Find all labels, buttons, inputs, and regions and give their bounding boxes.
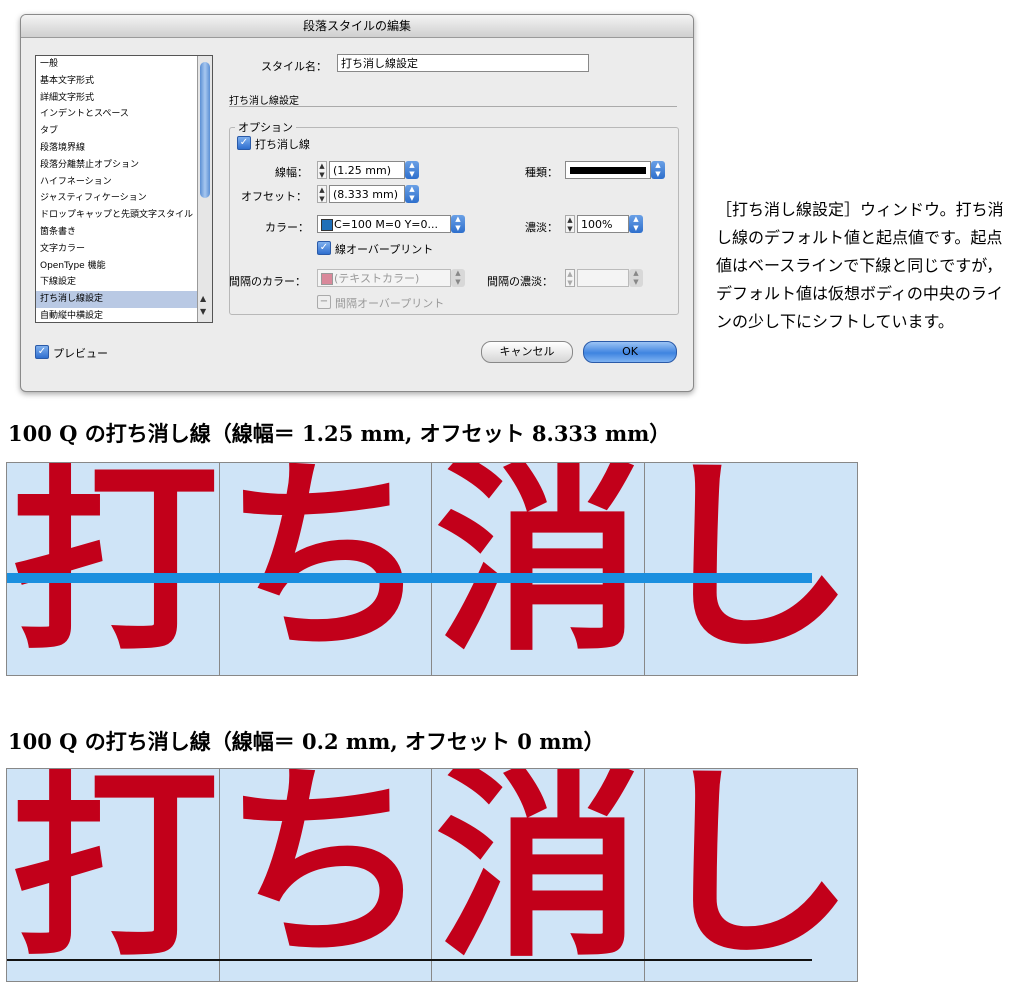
category-item[interactable]: ドロップキャップと先頭文字スタイル [36, 207, 212, 224]
caption-text: ［打ち消し線設定］ウィンドウ。打ち消し線のデフォルト値と起点値です。起点値はベー… [716, 200, 1004, 331]
demo2-glyph-4: し [647, 768, 855, 982]
gap-color-swatch [321, 273, 333, 285]
demo1-strikethrough-line [7, 573, 812, 583]
ok-button[interactable]: OK [583, 341, 677, 363]
weight-dropdown-icon[interactable]: ▲ ▼ [405, 161, 419, 179]
offset-label: オフセット： [241, 190, 307, 203]
paragraph-style-dialog: 段落スタイルの編集 一般 基本文字形式 詳細文字形式 インデントとスペース タブ 段落境界… [20, 14, 694, 392]
scroll-up-arrow-icon[interactable]: ▲ [200, 294, 206, 303]
overprint-checkbox[interactable]: ✓ [317, 241, 331, 255]
category-item[interactable]: OpenType 機能 [36, 258, 212, 275]
demo1-frame-line-3 [644, 463, 645, 675]
strikethrough-checkbox[interactable]: ✓ [237, 136, 251, 150]
category-item[interactable]: 打ち消し線設定 [36, 291, 212, 308]
type-dropdown-icon[interactable]: ▲ ▼ [651, 161, 665, 179]
gap-tint-stepper[interactable]: ▲ ▼ [565, 269, 575, 287]
section-divider [229, 106, 677, 107]
dialog-title: 段落スタイルの編集 [21, 15, 693, 38]
demo2-glyph-2: ち [223, 768, 431, 982]
color-dropdown[interactable]: C=100 M=0 Y=0... [317, 215, 451, 233]
demo2-frame-line-1 [219, 769, 220, 981]
color-value: C=100 M=0 Y=0... [334, 218, 439, 231]
overprint-label: 線オーバープリント [335, 243, 434, 256]
type-label: 種類： [525, 166, 558, 179]
tint-stepper[interactable]: ▲ ▼ [565, 215, 575, 233]
demo1-glyph-1: 打 [11, 462, 219, 676]
color-dropdown-icon[interactable]: ▲ ▼ [451, 215, 465, 233]
demo2-panel: 打 ち 消 し [6, 768, 858, 982]
category-item[interactable]: ハイフネーション [36, 174, 212, 191]
demo1-glyph-3: 消 [435, 462, 643, 676]
category-item[interactable]: 下線設定 [36, 274, 212, 291]
demo1-frame-line-1 [219, 463, 220, 675]
category-item[interactable]: 段落分離禁止オプション [36, 157, 212, 174]
weight-stepper[interactable]: ▲ ▼ [317, 161, 327, 179]
category-item[interactable]: 箇条書き [36, 224, 212, 241]
category-item[interactable]: 自動縦中横設定 [36, 308, 212, 325]
demo2-heading: 100 Q の打ち消し線（線幅＝ 0.2 mm, オフセット 0 mm） [8, 729, 605, 754]
weight-field[interactable]: (1.25 mm) [329, 161, 405, 179]
demo2-strikethrough-line [7, 959, 812, 961]
category-item[interactable]: 詳細文字形式 [36, 90, 212, 107]
solid-line-swatch [570, 167, 646, 174]
tint-dropdown-icon[interactable]: ▲ ▼ [629, 215, 643, 233]
type-dropdown[interactable] [565, 161, 651, 179]
category-item[interactable]: タブ [36, 123, 212, 140]
gap-tint-label: 間隔の濃淡： [487, 275, 553, 288]
demo1-frame-line-2 [431, 463, 432, 675]
gap-tint-field[interactable] [577, 269, 629, 287]
offset-dropdown-icon[interactable]: ▲ ▼ [405, 185, 419, 203]
demo2-frame-line-2 [431, 769, 432, 981]
tint-label: 濃淡： [525, 221, 558, 234]
category-item[interactable]: 段落境界線 [36, 140, 212, 157]
gap-color-dropdown[interactable]: (テキストカラー) [317, 269, 451, 287]
category-item[interactable]: 一般 [36, 56, 212, 73]
scroll-thumb[interactable] [200, 62, 210, 198]
category-item[interactable]: インデントとスペース [36, 106, 212, 123]
cancel-button[interactable]: キャンセル [481, 341, 573, 363]
gap-overprint-checkbox[interactable]: − [317, 295, 331, 309]
demo2-frame-line-3 [644, 769, 645, 981]
weight-label: 線幅： [275, 166, 308, 179]
preview-label: プレビュー [53, 347, 108, 360]
category-item[interactable]: 文字カラー [36, 241, 212, 258]
demo1-glyph-2: ち [223, 462, 431, 676]
offset-field[interactable]: (8.333 mm) [329, 185, 405, 203]
options-label: オプション [235, 119, 296, 135]
scroll-down-arrow-icon[interactable]: ▼ [200, 307, 206, 316]
color-label: カラー： [265, 221, 309, 234]
style-name-input[interactable]: 打ち消し線設定 [337, 54, 589, 72]
demo2-glyph-1: 打 [11, 768, 219, 982]
gap-overprint-label: 間隔オーバープリント [335, 297, 445, 310]
gap-color-label: 間隔のカラー： [229, 275, 306, 288]
category-list[interactable]: 一般 基本文字形式 詳細文字形式 インデントとスペース タブ 段落境界線 段落分離禁止オプシ… [35, 55, 213, 323]
tint-field[interactable]: 100% [577, 215, 629, 233]
style-name-label: スタイル名： [261, 60, 327, 73]
section-title: 打ち消し線設定 [229, 96, 299, 107]
gap-color-value: (テキストカラー) [334, 272, 420, 285]
offset-stepper[interactable]: ▲ ▼ [317, 185, 327, 203]
gap-tint-dropdown-icon[interactable]: ▲ ▼ [629, 269, 643, 287]
gap-color-dropdown-icon[interactable]: ▲ ▼ [451, 269, 465, 287]
demo1-panel: 打 ち 消 し [6, 462, 858, 676]
demo1-heading: 100 Q の打ち消し線（線幅＝ 1.25 mm, オフセット 8.333 mm… [8, 421, 671, 446]
strikethrough-label: 打ち消し線 [255, 138, 310, 151]
category-scrollbar[interactable]: ▲ ▼ [197, 56, 212, 322]
category-item[interactable]: ジャスティフィケーション [36, 190, 212, 207]
preview-checkbox[interactable]: ✓ [35, 345, 49, 359]
category-item[interactable]: 基本文字形式 [36, 73, 212, 90]
color-swatch [321, 219, 333, 231]
demo2-glyph-3: 消 [435, 768, 643, 982]
demo1-glyph-4: し [647, 462, 855, 676]
